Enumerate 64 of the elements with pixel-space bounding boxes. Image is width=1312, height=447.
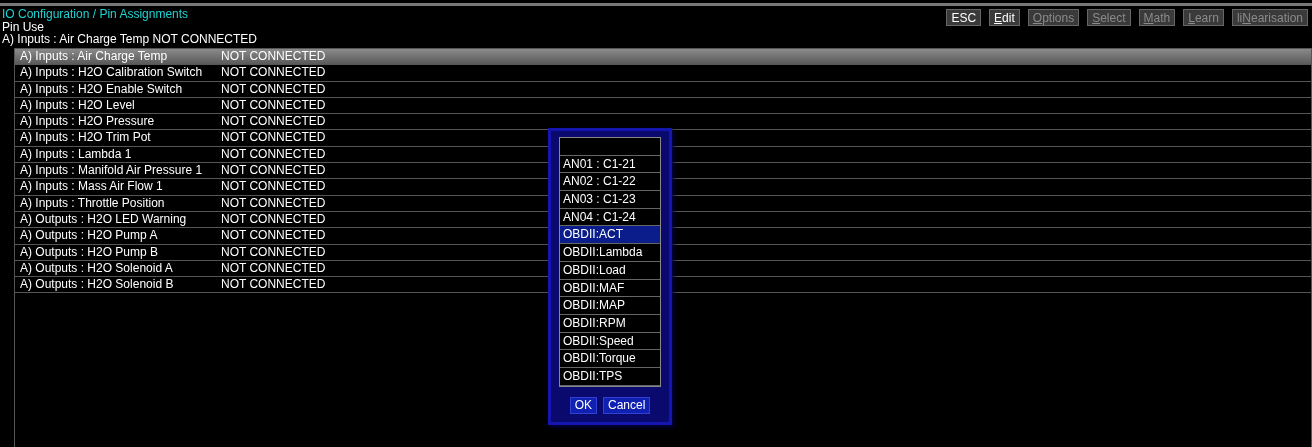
pin-name: A) Inputs : Throttle Position bbox=[20, 195, 166, 211]
pin-name: A) Inputs : Air Charge Temp bbox=[20, 49, 169, 65]
option-item[interactable]: OBDII:Lambda bbox=[560, 244, 660, 262]
pin-row[interactable]: A) Inputs : H2O Calibration Switch NOT CONNECTED bbox=[15, 65, 545, 81]
pin-name: A) Outputs : H2O Solenoid A bbox=[20, 260, 174, 277]
pin-name: A) Inputs : H2O Enable Switch bbox=[20, 81, 184, 97]
pin-row[interactable]: A) Inputs : Mass Air Flow 1 NOT CONNECTED bbox=[15, 179, 545, 195]
option-item[interactable]: AN03 : C1-23 bbox=[560, 191, 660, 209]
pin-name: A) Inputs : H2O Level bbox=[20, 97, 136, 114]
pin-status: NOT CONNECTED bbox=[221, 146, 326, 163]
toolbar-button[interactable]: ESC bbox=[946, 9, 982, 26]
pin-status: NOT CONNECTED bbox=[221, 81, 326, 97]
option-item[interactable]: OBDII:ACT bbox=[560, 226, 660, 245]
pin-name: A) Outputs : H2O Pump B bbox=[20, 244, 160, 260]
option-item[interactable]: OBDII:Speed bbox=[560, 332, 660, 351]
pin-row[interactable]: A) Outputs : H2O Pump B NOT CONNECTED bbox=[15, 244, 545, 260]
option-item[interactable]: OBDII:Torque bbox=[560, 350, 660, 368]
pin-status: NOT CONNECTED bbox=[221, 49, 326, 65]
pin-status: NOT CONNECTED bbox=[221, 228, 326, 244]
pin-name: A) Inputs : H2O Pressure bbox=[20, 114, 156, 130]
pin-row[interactable]: A) Inputs : H2O Trim Pot NOT CONNECTED bbox=[15, 130, 545, 146]
section-label: Pin Use bbox=[2, 21, 45, 33]
pin-status: NOT CONNECTED bbox=[221, 130, 326, 146]
pin-row[interactable]: A) Inputs : Air Charge Temp NOT CONNECTED bbox=[15, 49, 1311, 65]
option-item[interactable]: OBDII:MAP bbox=[560, 297, 660, 315]
pin-status: NOT CONNECTED bbox=[221, 179, 326, 195]
pin-name: A) Inputs : Mass Air Flow 1 bbox=[20, 179, 164, 195]
pin-row[interactable]: A) Inputs : Throttle Position NOT CONNECTED bbox=[15, 195, 545, 211]
ok-button[interactable]: OK bbox=[569, 396, 597, 414]
pin-status: NOT CONNECTED bbox=[221, 65, 326, 81]
pin-status: NOT CONNECTED bbox=[221, 163, 326, 179]
current-assignment: A) Inputs : Air Charge Temp NOT CONNECTED bbox=[2, 33, 257, 45]
cancel-button[interactable]: Cancel bbox=[603, 396, 651, 414]
pin-name: A) Inputs : Lambda 1 bbox=[20, 146, 133, 163]
pin-name: A) Inputs : H2O Trim Pot bbox=[20, 130, 152, 146]
option-item[interactable]: OBDII:MAF bbox=[560, 279, 660, 298]
option-item[interactable]: OBDII:TPS bbox=[560, 367, 660, 386]
pin-row[interactable]: A) Inputs : H2O Enable Switch NOT CONNECTED bbox=[15, 81, 545, 97]
pin-status: NOT CONNECTED bbox=[221, 97, 326, 114]
pin-row[interactable]: A) Outputs : H2O LED Warning NOT CONNECTED bbox=[15, 211, 545, 228]
toolbar-button[interactable]: Edit bbox=[989, 9, 1020, 26]
pin-row[interactable]: A) Outputs : H2O Solenoid B NOT CONNECTED bbox=[15, 277, 545, 293]
pin-status: NOT CONNECTED bbox=[221, 114, 326, 130]
pin-status: NOT CONNECTED bbox=[221, 260, 326, 277]
option-item[interactable]: AN01 : C1-21 bbox=[560, 155, 660, 174]
pin-status: NOT CONNECTED bbox=[221, 277, 326, 293]
pin-status: NOT CONNECTED bbox=[221, 195, 326, 211]
screen-title: IO Configuration / Pin Assignments bbox=[2, 8, 190, 21]
pin-name: A) Outputs : H2O Solenoid B bbox=[20, 277, 175, 293]
pin-name: A) Inputs : Manifold Air Pressure 1 bbox=[20, 163, 204, 179]
pin-name: A) Inputs : H2O Calibration Switch bbox=[20, 65, 204, 81]
pin-status: NOT CONNECTED bbox=[221, 244, 326, 260]
pin-name: A) Outputs : H2O LED Warning bbox=[20, 211, 188, 228]
option-item[interactable]: OBDII:Load bbox=[560, 261, 660, 280]
option-item[interactable]: OBDII:RPM bbox=[560, 314, 660, 333]
pin-name: A) Outputs : H2O Pump A bbox=[20, 228, 159, 244]
pin-row[interactable]: A) Inputs : Manifold Air Pressure 1 NOT CONNECTED bbox=[15, 163, 545, 179]
pin-status: NOT CONNECTED bbox=[221, 211, 326, 228]
pin-row[interactable]: A) Inputs : H2O Pressure NOT CONNECTED bbox=[15, 114, 545, 130]
pin-row[interactable]: A) Outputs : H2O Pump A NOT CONNECTED bbox=[15, 228, 545, 244]
pin-row[interactable]: A) Outputs : H2O Solenoid A NOT CONNECTED bbox=[15, 260, 545, 277]
pin-row[interactable]: A) Inputs : Lambda 1 NOT CONNECTED bbox=[15, 146, 545, 163]
pin-row[interactable]: A) Inputs : H2O Level NOT CONNECTED bbox=[15, 97, 545, 114]
option-item[interactable]: AN02 : C1-22 bbox=[560, 173, 660, 192]
